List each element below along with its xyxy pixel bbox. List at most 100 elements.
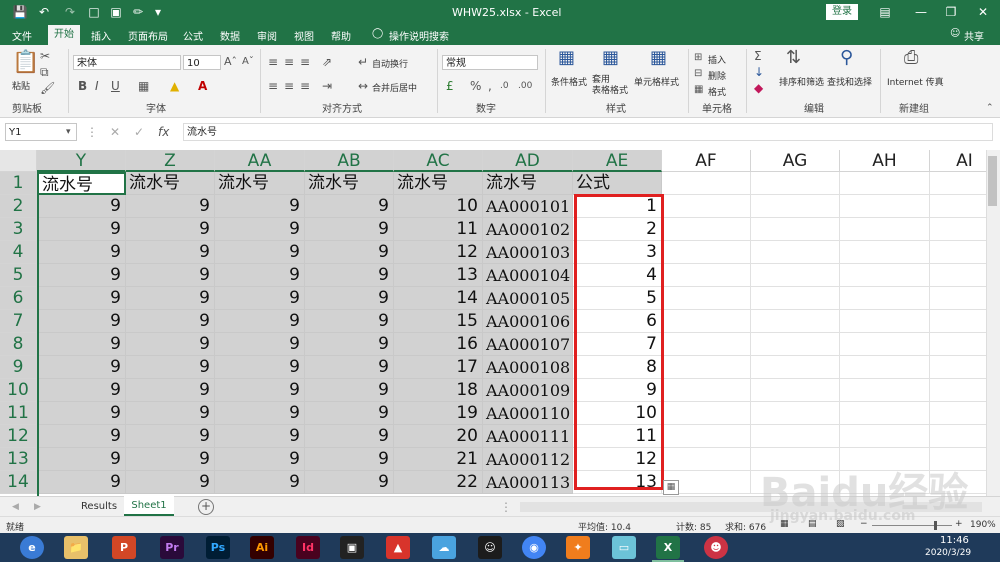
data-cell[interactable]: AA000107 xyxy=(483,333,573,356)
data-cell[interactable]: 9 xyxy=(126,356,215,379)
data-cell[interactable]: AA000104 xyxy=(483,264,573,287)
normal-view-icon[interactable]: ▦ xyxy=(780,519,789,529)
data-cell[interactable]: 9 xyxy=(215,448,305,471)
empty-cell[interactable] xyxy=(662,333,751,356)
data-cell[interactable]: 9 xyxy=(215,356,305,379)
data-cell[interactable]: 9 xyxy=(215,425,305,448)
data-cell[interactable]: 9 xyxy=(37,241,126,264)
qq-icon[interactable]: ☺ xyxy=(478,536,502,559)
empty-cell[interactable] xyxy=(662,287,751,310)
data-cell[interactable]: 9 xyxy=(215,379,305,402)
insert-cells-icon[interactable]: ⊞ xyxy=(694,51,702,65)
conditional-format-icon[interactable]: ▦ xyxy=(558,49,575,67)
empty-cell[interactable] xyxy=(662,172,751,195)
data-cell[interactable]: 9 xyxy=(126,218,215,241)
empty-cell[interactable] xyxy=(751,218,840,241)
sheet-tab-sheet1[interactable]: Sheet1 xyxy=(124,496,174,516)
data-cell[interactable]: 9 xyxy=(215,287,305,310)
select-all-corner[interactable] xyxy=(0,150,37,172)
data-cell[interactable]: 9 xyxy=(305,402,394,425)
save-icon[interactable]: 💾 xyxy=(12,4,28,20)
row-header-10[interactable]: 10 xyxy=(0,379,37,402)
premiere-icon[interactable]: Pr xyxy=(160,536,184,559)
scrollbar-thumb[interactable] xyxy=(988,156,997,206)
data-cell[interactable]: AA000111 xyxy=(483,425,573,448)
column-header-af[interactable]: AF xyxy=(662,150,751,172)
data-cell[interactable]: 9 xyxy=(215,310,305,333)
empty-cell[interactable] xyxy=(840,379,930,402)
row-header-1[interactable]: 1 xyxy=(0,172,37,195)
page-layout-view-icon[interactable]: ▤ xyxy=(808,519,817,529)
empty-cell[interactable] xyxy=(751,333,840,356)
data-cell[interactable]: 9 xyxy=(215,402,305,425)
number-format-select[interactable]: 常规 xyxy=(442,55,538,70)
restore-icon[interactable]: ❐ xyxy=(940,3,962,21)
data-cell[interactable]: 9 xyxy=(305,448,394,471)
data-cell[interactable]: 9 xyxy=(37,287,126,310)
data-cell[interactable]: 9 xyxy=(37,264,126,287)
decrease-font-icon[interactable]: Aˇ xyxy=(242,55,254,69)
cell-style-button[interactable]: 单元格样式 xyxy=(634,75,679,88)
currency-icon[interactable]: £ xyxy=(446,79,454,93)
app-orange-icon[interactable]: ✦ xyxy=(566,536,590,559)
data-cell[interactable]: AA000112 xyxy=(483,448,573,471)
format-cells-button[interactable]: 格式 xyxy=(708,85,726,98)
ribbon-display-icon[interactable]: ▤ xyxy=(874,3,896,21)
formula-cell[interactable]: 12 xyxy=(573,448,662,471)
user-icon[interactable]: ☺ xyxy=(950,28,960,39)
empty-cell[interactable] xyxy=(662,356,751,379)
insert-cells-button[interactable]: 插入 xyxy=(708,53,726,66)
minimize-icon[interactable]: — xyxy=(910,3,932,21)
formula-cell[interactable]: 9 xyxy=(573,379,662,402)
row-header-8[interactable]: 8 xyxy=(0,333,37,356)
delete-cells-button[interactable]: 删除 xyxy=(708,69,726,82)
data-cell[interactable]: 9 xyxy=(126,264,215,287)
column-header-aa[interactable]: AA xyxy=(215,150,305,172)
zoom-level[interactable]: 190% xyxy=(970,520,996,530)
data-cell[interactable]: 9 xyxy=(126,287,215,310)
data-cell[interactable]: 9 xyxy=(37,425,126,448)
data-cell[interactable]: 9 xyxy=(305,379,394,402)
align-left-icon[interactable]: ≡ xyxy=(268,79,278,93)
data-cell[interactable]: 9 xyxy=(305,218,394,241)
formula-cell[interactable]: 11 xyxy=(573,425,662,448)
row-header-9[interactable]: 9 xyxy=(0,356,37,379)
data-cell[interactable]: 9 xyxy=(37,471,126,494)
empty-cell[interactable] xyxy=(751,195,840,218)
align-center-icon[interactable]: ≡ xyxy=(284,79,294,93)
powerpoint-icon[interactable]: P xyxy=(112,536,136,559)
data-cell[interactable]: 10 xyxy=(394,195,483,218)
empty-cell[interactable] xyxy=(751,402,840,425)
empty-cell[interactable] xyxy=(840,333,930,356)
customize-qa-icon[interactable]: ▾ xyxy=(150,4,166,20)
wrap-text-icon[interactable]: ↵ xyxy=(358,55,368,69)
data-cell[interactable]: AA000101 xyxy=(483,195,573,218)
data-cell[interactable]: 9 xyxy=(37,218,126,241)
cancel-icon[interactable]: ✕ xyxy=(110,125,120,139)
merge-center-icon[interactable]: ↔ xyxy=(358,79,368,93)
tab-help[interactable]: 帮助 xyxy=(331,28,351,43)
formula-cell[interactable]: 4 xyxy=(573,264,662,287)
quick-analysis-icon[interactable]: ▦ xyxy=(663,480,679,495)
data-cell[interactable]: 18 xyxy=(394,379,483,402)
data-cell[interactable]: 15 xyxy=(394,310,483,333)
tell-me-search[interactable]: 操作说明搜索 xyxy=(389,28,449,43)
data-cell[interactable]: 20 xyxy=(394,425,483,448)
data-cell[interactable]: AA000109 xyxy=(483,379,573,402)
illustrator-icon[interactable]: Ai xyxy=(250,536,274,559)
column-header-z[interactable]: Z xyxy=(126,150,215,172)
clock-date[interactable]: 2020/3/29 xyxy=(925,548,971,558)
data-cell[interactable]: 9 xyxy=(215,218,305,241)
data-cell[interactable]: 9 xyxy=(126,471,215,494)
format-painter-qa-icon[interactable]: ✏ xyxy=(130,4,146,20)
empty-cell[interactable] xyxy=(840,471,930,494)
find-select-button[interactable]: 查找和选择 xyxy=(827,75,872,88)
empty-cell[interactable] xyxy=(840,356,930,379)
percent-icon[interactable]: % xyxy=(470,79,481,93)
header-cell[interactable]: 公式 xyxy=(573,172,662,195)
data-cell[interactable]: AA000113 xyxy=(483,471,573,494)
row-header-5[interactable]: 5 xyxy=(0,264,37,287)
italic-icon[interactable]: I xyxy=(95,79,99,93)
data-cell[interactable]: 9 xyxy=(37,310,126,333)
empty-cell[interactable] xyxy=(840,287,930,310)
